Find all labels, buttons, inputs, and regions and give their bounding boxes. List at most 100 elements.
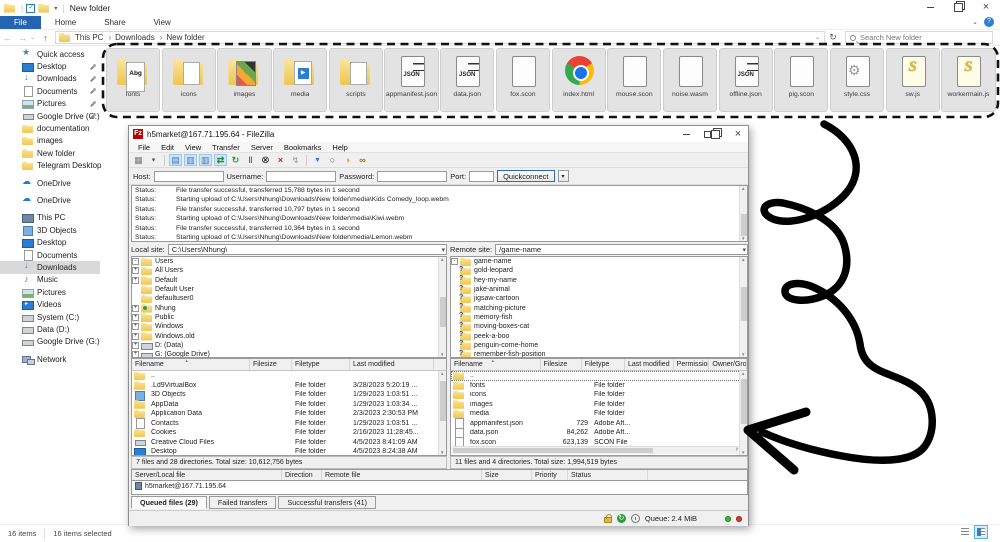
- file-row[interactable]: Contacts File folder 1/29/2023 1:03:51 .…: [132, 419, 446, 429]
- column-header[interactable]: Permissions: [674, 359, 710, 370]
- up-icon[interactable]: ↑: [38, 33, 53, 43]
- sidebar-item[interactable]: Desktop: [0, 60, 100, 72]
- queue-tab[interactable]: Queued files (29): [131, 496, 207, 509]
- sidebar-item[interactable]: Google Drive (G:): [0, 110, 100, 122]
- file-row[interactable]: Creative Cloud Files File folder 4/5/202…: [132, 438, 446, 448]
- file-tile[interactable]: scripts: [329, 48, 383, 112]
- sidebar-item[interactable]: 3D Objects: [0, 224, 100, 236]
- expand-toggle[interactable]: +: [132, 277, 139, 284]
- expand-toggle[interactable]: +: [132, 342, 139, 349]
- sidebar-item[interactable]: Documents: [0, 249, 100, 261]
- file-row[interactable]: Application Data File folder 2/3/2023 2:…: [132, 409, 446, 419]
- sidebar-item[interactable]: Pictures: [0, 98, 100, 110]
- scrollbar[interactable]: [739, 186, 747, 241]
- menu-item[interactable]: Server: [246, 143, 278, 152]
- port-input[interactable]: [469, 171, 494, 182]
- column-header[interactable]: Filesize: [541, 359, 582, 370]
- breadcrumb[interactable]: This PCDownloadsNew folder ⌄: [55, 31, 825, 44]
- tree-item[interactable]: + G: (Google Drive): [132, 350, 446, 358]
- sidebar-item[interactable]: Pictures: [0, 286, 100, 298]
- expand-toggle[interactable]: -: [451, 258, 458, 265]
- expand-toggle[interactable]: +: [132, 267, 139, 274]
- scrollbar[interactable]: [739, 371, 747, 455]
- file-tile[interactable]: data.json: [440, 48, 494, 112]
- column-header[interactable]: Owner/Group: [709, 359, 747, 370]
- sidebar-item[interactable]: System (C:): [0, 311, 100, 323]
- expand-toggle[interactable]: [451, 267, 458, 274]
- menu-item[interactable]: Bookmarks: [279, 143, 327, 152]
- reconnect-icon[interactable]: [289, 154, 302, 166]
- back-icon[interactable]: ←: [0, 33, 15, 43]
- sidebar-item[interactable]: This PC: [0, 212, 100, 224]
- sidebar-item[interactable]: Network: [0, 353, 100, 365]
- file-row[interactable]: appmanifest.json 729 Adobe Aft...: [451, 419, 747, 429]
- file-row[interactable]: images File folder: [451, 400, 747, 410]
- expand-toggle[interactable]: [451, 323, 458, 330]
- tree-item[interactable]: gold-leopard: [451, 266, 747, 275]
- tree-item[interactable]: + All Users: [132, 266, 446, 275]
- quickconnect-button[interactable]: Quickconnect: [497, 170, 554, 182]
- column-header[interactable]: Filesize: [250, 359, 292, 370]
- tree-item[interactable]: Default User: [132, 285, 446, 294]
- expand-toggle[interactable]: [451, 295, 458, 302]
- help-icon[interactable]: ?: [984, 17, 994, 27]
- disconnect-icon[interactable]: [274, 154, 287, 166]
- address-chevron-icon[interactable]: ⌄: [815, 34, 824, 41]
- breadcrumb-item[interactable]: New folder: [164, 33, 211, 42]
- file-row[interactable]: icons File folder: [451, 390, 747, 400]
- file-row[interactable]: .Ld9VirtualBox File folder 3/28/2023 5:2…: [132, 381, 446, 391]
- tree-item[interactable]: penguin-come-home: [451, 341, 747, 350]
- sidebar-item[interactable]: New folder: [0, 147, 100, 159]
- file-tile[interactable]: offline.json: [719, 48, 773, 112]
- toggle-log-icon[interactable]: [169, 154, 182, 166]
- tree-item[interactable]: + Windows.old: [132, 331, 446, 340]
- ribbon-tab[interactable]: Home: [41, 16, 90, 29]
- queue-tab[interactable]: Failed transfers: [209, 496, 277, 509]
- file-tile[interactable]: media: [273, 48, 327, 112]
- site-manager-icon[interactable]: [132, 154, 145, 166]
- file-tile[interactable]: fonts: [106, 48, 160, 112]
- tree-item[interactable]: jake-animal: [451, 285, 747, 294]
- sidebar-item[interactable]: Google Drive (G:): [0, 336, 100, 348]
- tree-item[interactable]: remember-fish-position: [451, 350, 747, 358]
- menu-item[interactable]: Help: [327, 143, 352, 152]
- toggle-local-icon[interactable]: [184, 154, 197, 166]
- file-row[interactable]: ..: [451, 371, 747, 381]
- file-row[interactable]: fonts File folder: [451, 381, 747, 391]
- column-header[interactable]: Status: [568, 470, 648, 480]
- tree-item[interactable]: moving-boxes-cat: [451, 322, 747, 331]
- tree-item[interactable]: memory-fish: [451, 313, 747, 322]
- sep-icon[interactable]: [164, 155, 165, 166]
- sidebar-item[interactable]: images: [0, 135, 100, 147]
- breadcrumb-item[interactable]: Downloads: [113, 33, 164, 42]
- expand-toggle[interactable]: [451, 286, 458, 293]
- column-header[interactable]: Direction: [282, 470, 322, 480]
- toggle-queue-icon[interactable]: [214, 154, 227, 166]
- file-tile[interactable]: sw.js: [886, 48, 940, 112]
- ribbon-tab[interactable]: View: [140, 16, 185, 29]
- sidebar-item[interactable]: Documents: [0, 85, 100, 97]
- maximize-button[interactable]: [704, 127, 720, 141]
- new-folder-icon[interactable]: [38, 4, 49, 13]
- sidebar-item[interactable]: Quick access: [0, 48, 100, 60]
- details-view-button[interactable]: [958, 525, 972, 539]
- expand-toggle[interactable]: +: [132, 333, 139, 340]
- scrollbar[interactable]: [438, 257, 446, 357]
- column-header[interactable]: Filetype: [582, 359, 625, 370]
- toggle-remote-icon[interactable]: [199, 154, 212, 166]
- queue-tab[interactable]: Successful transfers (41): [278, 496, 376, 509]
- file-tile[interactable]: images: [217, 48, 271, 112]
- explorer-titlebar[interactable]: | ▾ | New folder: [0, 0, 1000, 16]
- expand-toggle[interactable]: [451, 351, 458, 358]
- expand-toggle[interactable]: +: [132, 314, 139, 321]
- column-header[interactable]: Priority: [532, 470, 568, 480]
- host-input[interactable]: [154, 171, 224, 182]
- column-header[interactable]: Filename: [132, 359, 250, 370]
- expand-toggle[interactable]: -: [132, 258, 139, 265]
- file-tile[interactable]: appmanifest.json: [384, 48, 438, 112]
- expand-toggle[interactable]: [451, 342, 458, 349]
- horizontal-scrollbar[interactable]: [452, 446, 740, 454]
- refresh-icon[interactable]: ↻: [825, 32, 841, 43]
- queue-server-row[interactable]: h5market@167.71.195.64: [132, 481, 747, 491]
- expand-toggle[interactable]: [451, 314, 458, 321]
